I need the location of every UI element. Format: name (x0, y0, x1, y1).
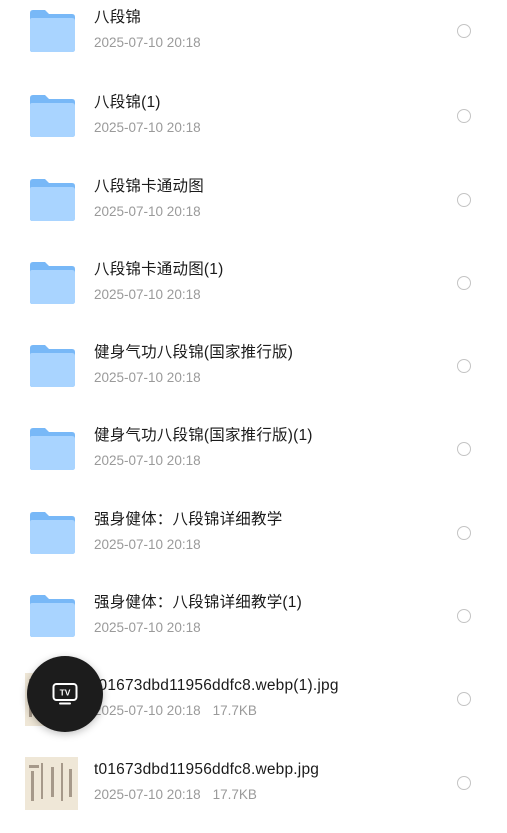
select-radio[interactable] (457, 442, 471, 457)
folder-icon (30, 428, 75, 471)
select-radio[interactable] (457, 525, 471, 540)
file-date: 2025-07-10 20:18 (94, 620, 201, 636)
file-date: 2025-07-10 20:18 (94, 35, 201, 50)
file-name: 强身健体：八段锦详细教学(1) (94, 594, 302, 612)
folder-icon (30, 345, 75, 388)
folder-icon (30, 10, 75, 52)
tv-icon: TV (52, 683, 78, 705)
list-item[interactable]: 八段锦卡通动图 2025-07-10 20:18 (0, 167, 507, 250)
file-name: t01673dbd11956ddfc8.webp(1).jpg (94, 677, 339, 695)
file-meta: 2025-07-10 20:18 (94, 452, 201, 470)
file-meta: 2025-07-10 20:18 17.7KB (94, 786, 257, 804)
file-date: 2025-07-10 20:18 (94, 120, 201, 136)
file-date: 2025-07-10 20:18 (94, 370, 201, 386)
select-radio[interactable] (457, 609, 471, 624)
file-date: 2025-07-10 20:18 (94, 203, 201, 219)
file-meta: 2025-07-10 20:18 17.7KB (94, 702, 257, 720)
file-size: 17.7KB (212, 703, 257, 719)
list-item[interactable]: 强身健体：八段锦详细教学 2025-07-10 20:18 (0, 500, 507, 583)
list-item[interactable]: 强身健体：八段锦详细教学(1) 2025-07-10 20:18 (0, 583, 507, 666)
file-size: 17.7KB (212, 786, 257, 802)
file-name: 八段锦卡通动图(1) (94, 260, 224, 278)
folder-icon (30, 95, 75, 138)
select-radio[interactable] (457, 109, 471, 124)
list-item[interactable]: 健身气功八段锦(国家推行版) 2025-07-10 20:18 (0, 333, 507, 416)
file-meta: 2025-07-10 20:18 (94, 119, 201, 137)
file-date: 2025-07-10 20:18 (94, 703, 201, 719)
list-item[interactable]: 八段锦(1) 2025-07-10 20:18 (0, 83, 507, 166)
folder-icon (30, 261, 75, 304)
file-meta: 2025-07-10 20:18 (94, 536, 201, 554)
image-thumbnail (25, 756, 78, 810)
file-name: 健身气功八段锦(国家推行版)(1) (94, 427, 313, 445)
file-date: 2025-07-10 20:18 (94, 536, 201, 552)
file-name: t01673dbd11956ddfc8.webp.jpg (94, 760, 320, 778)
select-radio[interactable] (457, 692, 471, 707)
tv-cast-button[interactable]: TV (27, 656, 103, 732)
folder-icon (30, 595, 75, 638)
file-name: 强身健体：八段锦详细教学 (94, 510, 283, 528)
select-radio[interactable] (457, 775, 471, 790)
file-meta: 2025-07-10 20:18 (94, 619, 201, 637)
tv-label: TV (60, 688, 71, 698)
list-item[interactable]: 健身气功八段锦(国家推行版)(1) 2025-07-10 20:18 (0, 416, 507, 499)
file-meta: 2025-07-10 20:18 (94, 203, 201, 221)
file-name: 八段锦 (94, 9, 142, 26)
list-item[interactable]: t01673dbd11956ddfc8.webp.jpg 2025-07-10 … (0, 750, 507, 833)
file-date: 2025-07-10 20:18 (94, 453, 201, 469)
list-item[interactable]: 八段锦 2025-07-10 20:18 (0, 0, 507, 81)
folder-icon (30, 511, 75, 554)
file-date: 2025-07-10 20:18 (94, 786, 201, 802)
select-radio[interactable] (457, 359, 471, 374)
folder-icon (30, 178, 75, 221)
file-meta: 2025-07-10 20:18 (94, 34, 201, 52)
select-radio[interactable] (457, 24, 471, 38)
file-meta: 2025-07-10 20:18 (94, 369, 201, 387)
file-date: 2025-07-10 20:18 (94, 286, 201, 302)
file-meta: 2025-07-10 20:18 (94, 286, 201, 304)
file-name: 八段锦(1) (94, 94, 161, 112)
list-item[interactable]: 八段锦卡通动图(1) 2025-07-10 20:18 (0, 250, 507, 333)
select-radio[interactable] (457, 275, 471, 290)
select-radio[interactable] (457, 192, 471, 207)
file-name: 八段锦卡通动图 (94, 177, 204, 195)
file-name: 健身气功八段锦(国家推行版) (94, 344, 294, 362)
